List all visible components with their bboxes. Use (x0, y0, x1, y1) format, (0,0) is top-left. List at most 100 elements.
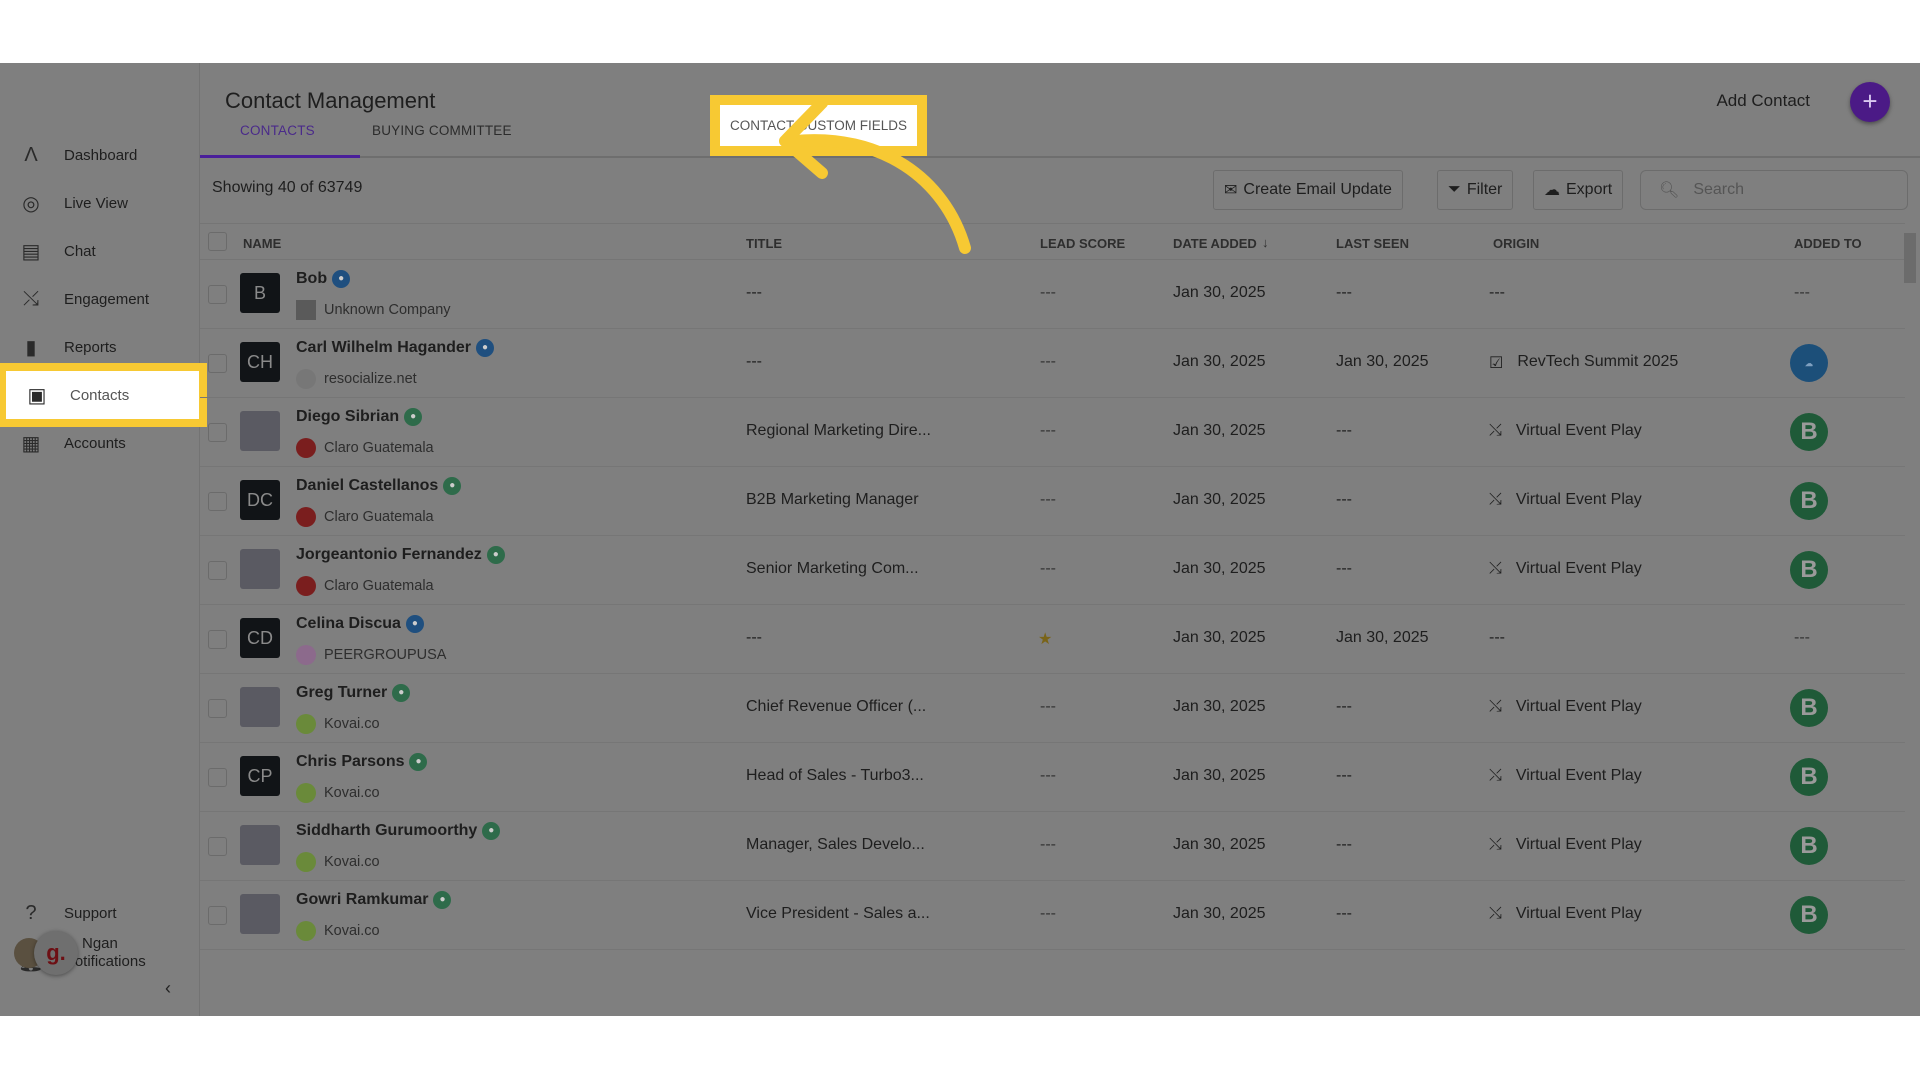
contact-name-link[interactable]: Chris Parsons ● (296, 753, 428, 771)
company[interactable]: Claro Guatemala (296, 438, 434, 458)
sidebar-item-engagement[interactable]: ⤯ Engagement (0, 275, 200, 323)
sidebar-item-reports[interactable]: ▮ Reports (0, 323, 200, 371)
contact-name[interactable]: Celina Discua (296, 615, 401, 633)
create-email-update-button[interactable]: ✉ Create Email Update (1213, 170, 1403, 210)
company[interactable]: PEERGROUPUSA (296, 645, 446, 665)
sidebar-item-dashboard[interactable]: Λ Dashboard (0, 131, 200, 179)
column-header-added-to[interactable]: ADDED TO (1794, 236, 1862, 251)
origin-label: Virtual Event Play (1515, 560, 1642, 577)
company-name: PEERGROUPUSA (324, 647, 447, 663)
contact-name-link[interactable]: Daniel Castellanos ● (296, 477, 462, 495)
date-added-cell: Jan 30, 2025 (1173, 629, 1266, 646)
table-row[interactable]: Jorgeantonio Fernandez ● Claro Guatemala … (200, 536, 1905, 605)
last-seen-cell: --- (1336, 284, 1352, 301)
company[interactable]: Claro Guatemala (296, 507, 434, 527)
contact-name-link[interactable]: Bob ● (296, 270, 351, 288)
origin-icon: ⤯ (1489, 836, 1502, 853)
origin-label: --- (1489, 284, 1505, 301)
row-checkbox[interactable] (208, 699, 227, 718)
contact-name[interactable]: Jorgeantonio Fernandez (296, 546, 482, 564)
origin-cell: ⤯ Virtual Event Play (1489, 698, 1642, 716)
company-name: Kovai.co (324, 785, 380, 801)
row-checkbox[interactable] (208, 837, 227, 856)
company[interactable]: Claro Guatemala (296, 576, 434, 596)
company[interactable]: Kovai.co (296, 783, 380, 803)
add-contact-button[interactable]: + (1850, 82, 1890, 122)
row-checkbox[interactable] (208, 354, 227, 373)
app-window: Λ Dashboard ◎ Live View ▤ Chat ⤯ Engagement ▮ Rep… (0, 63, 1920, 1016)
column-header-last-seen[interactable]: LAST SEEN (1336, 236, 1409, 251)
table-row[interactable]: CH Carl Wilhelm Hagander ● resocialize.ne… (200, 329, 1905, 398)
table-row[interactable]: Siddharth Gurumoorthy ● Kovai.co Manager,… (200, 812, 1905, 881)
tab-contacts[interactable]: CONTACTS (240, 123, 315, 138)
sidebar-item-live-view[interactable]: ◎ Live View (0, 179, 200, 227)
column-header-origin[interactable]: ORIGIN (1493, 236, 1539, 251)
collapse-sidebar-icon[interactable]: ‹ (165, 978, 171, 999)
row-checkbox[interactable] (208, 561, 227, 580)
contact-name-link[interactable]: Jorgeantonio Fernandez ● (296, 546, 505, 564)
company[interactable]: Kovai.co (296, 714, 380, 734)
sidebar-item-label: Support (64, 904, 117, 922)
user-profile[interactable]: g. Ngan (14, 931, 124, 975)
company[interactable]: resocialize.net (296, 369, 417, 389)
row-checkbox[interactable] (208, 285, 227, 304)
table-row[interactable]: CD Celina Discua ● PEERGROUPUSA --- ★ Jan… (200, 605, 1905, 674)
contact-avatar: CH (240, 342, 280, 382)
export-label: Export (1566, 181, 1613, 198)
sidebar-item-label: Contacts (70, 386, 130, 404)
last-seen-cell: --- (1336, 767, 1352, 784)
contact-name[interactable]: Greg Turner (296, 684, 387, 702)
contact-name[interactable]: Siddharth Gurumoorthy (296, 822, 477, 840)
select-all-checkbox[interactable] (208, 232, 227, 251)
row-checkbox[interactable] (208, 423, 227, 442)
table-row[interactable]: DC Daniel Castellanos ● Claro Guatemala B… (200, 467, 1905, 536)
title-cell: Head of Sales - Turbo3... (746, 767, 924, 784)
date-added-cell: Jan 30, 2025 (1173, 560, 1266, 577)
row-checkbox[interactable] (208, 768, 227, 787)
filter-button[interactable]: ⏷ Filter (1437, 170, 1514, 210)
contact-name-link[interactable]: Diego Sibrian ● (296, 408, 423, 426)
contact-name-link[interactable]: Greg Turner ● (296, 684, 411, 702)
contact-name[interactable]: Diego Sibrian (296, 408, 399, 426)
sidebar-item-support[interactable]: ? Support (0, 889, 200, 937)
table-row[interactable]: Gowri Ramkumar ● Kovai.co Vice President … (200, 881, 1905, 950)
contact-name[interactable]: Chris Parsons (296, 753, 404, 771)
row-checkbox[interactable] (208, 630, 227, 649)
add-contact-label[interactable]: Add Contact (1716, 91, 1810, 111)
contact-name-link[interactable]: Celina Discua ● (296, 615, 424, 633)
contact-name-link[interactable]: Gowri Ramkumar ● (296, 891, 452, 909)
row-checkbox[interactable] (208, 492, 227, 511)
company[interactable]: Kovai.co (296, 921, 380, 941)
contact-name[interactable]: Bob (296, 270, 327, 288)
sidebar-item-accounts[interactable]: ▦ Accounts (0, 419, 200, 467)
contact-name[interactable]: Carl Wilhelm Hagander (296, 339, 471, 357)
company[interactable]: Kovai.co (296, 852, 380, 872)
table-row[interactable]: CP Chris Parsons ● Kovai.co Head of Sales… (200, 743, 1905, 812)
tab-buying-committee[interactable]: BUYING COMMITTEE (372, 123, 512, 138)
sidebar-item-label: Reports (64, 338, 117, 356)
scrollbar[interactable] (1904, 233, 1916, 283)
table-row[interactable]: B Bob ● Unknown Company --- --- Jan 30, 2… (200, 260, 1905, 329)
table-row[interactable]: Greg Turner ● Kovai.co Chief Revenue Offi… (200, 674, 1905, 743)
contact-name-link[interactable]: Carl Wilhelm Hagander ● (296, 339, 495, 357)
row-checkbox[interactable] (208, 906, 227, 925)
page-title: Contact Management (225, 88, 436, 113)
table-row[interactable]: Diego Sibrian ● Claro Guatemala Regional … (200, 398, 1905, 467)
column-header-lead-score[interactable]: LEAD SCORE (1040, 236, 1125, 251)
company[interactable]: Unknown Company (296, 300, 451, 320)
column-header-name[interactable]: NAME (243, 236, 281, 251)
origin-cell: ⤯ Virtual Event Play (1489, 905, 1642, 923)
contact-name-link[interactable]: Siddharth Gurumoorthy ● (296, 822, 501, 840)
export-button[interactable]: ☁ Export (1533, 170, 1624, 210)
search-input[interactable]: 🔍︎ Search (1640, 170, 1908, 210)
contact-name[interactable]: Gowri Ramkumar (296, 891, 428, 909)
last-seen-cell: Jan 30, 2025 (1336, 629, 1429, 646)
origin-label: --- (1489, 629, 1505, 646)
company-logo-icon (296, 852, 316, 872)
contact-name[interactable]: Daniel Castellanos (296, 477, 438, 495)
sidebar-item-chat[interactable]: ▤ Chat (0, 227, 200, 275)
title-cell: Chief Revenue Officer (... (746, 698, 927, 715)
sort-arrow-icon[interactable]: ↓ (1262, 235, 1269, 250)
column-header-date-added[interactable]: DATE ADDED (1173, 236, 1257, 251)
sidebar-item-contacts[interactable]: ▣ Contacts (0, 363, 207, 427)
